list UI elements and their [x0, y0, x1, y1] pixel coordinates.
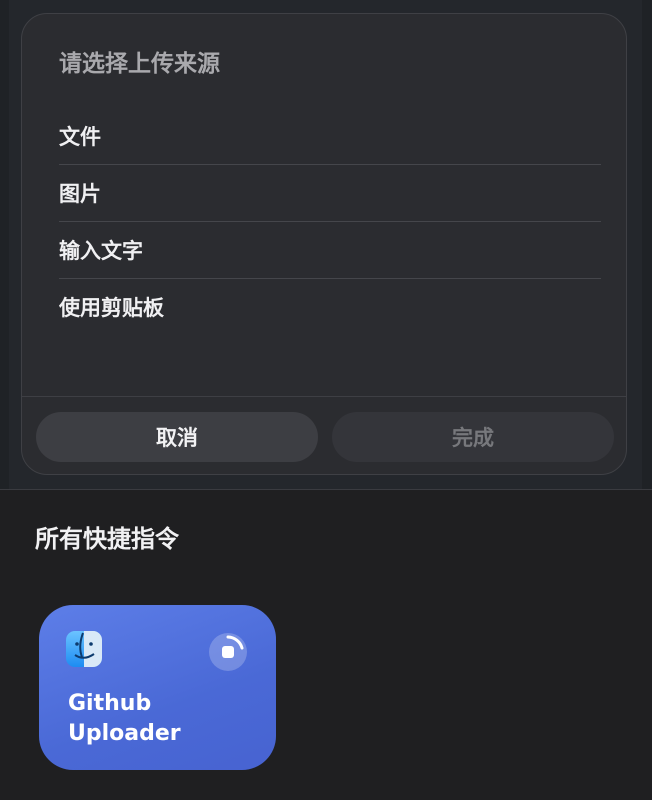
progress-stop-icon[interactable] [208, 632, 248, 672]
done-button[interactable]: 完成 [332, 412, 614, 462]
option-file[interactable]: 文件 [59, 108, 601, 165]
section-title: 所有快捷指令 [35, 525, 179, 553]
option-label: 文件 [59, 125, 101, 149]
background-edge-left [0, 0, 9, 489]
option-image[interactable]: 图片 [59, 165, 601, 222]
option-label: 使用剪贴板 [59, 296, 164, 320]
background-edge-right [642, 0, 652, 489]
finder-icon [66, 631, 102, 667]
option-input-text[interactable]: 输入文字 [59, 222, 601, 279]
option-clipboard[interactable]: 使用剪贴板 [59, 279, 601, 335]
shortcut-name: Github Uploader [68, 689, 181, 749]
dialog-footer-divider [22, 396, 626, 397]
upload-source-dialog: 请选择上传来源 文件 图片 输入文字 使用剪贴板 取消 完成 [21, 13, 627, 475]
option-label: 图片 [59, 182, 101, 206]
cancel-button[interactable]: 取消 [36, 412, 318, 462]
shortcut-tile-github-uploader[interactable]: Github Uploader [39, 605, 276, 770]
shortcut-name-line1: Github [68, 691, 152, 716]
shortcut-name-line2: Uploader [68, 721, 181, 746]
option-label: 输入文字 [59, 239, 143, 263]
dialog-title: 请选择上传来源 [59, 51, 220, 77]
